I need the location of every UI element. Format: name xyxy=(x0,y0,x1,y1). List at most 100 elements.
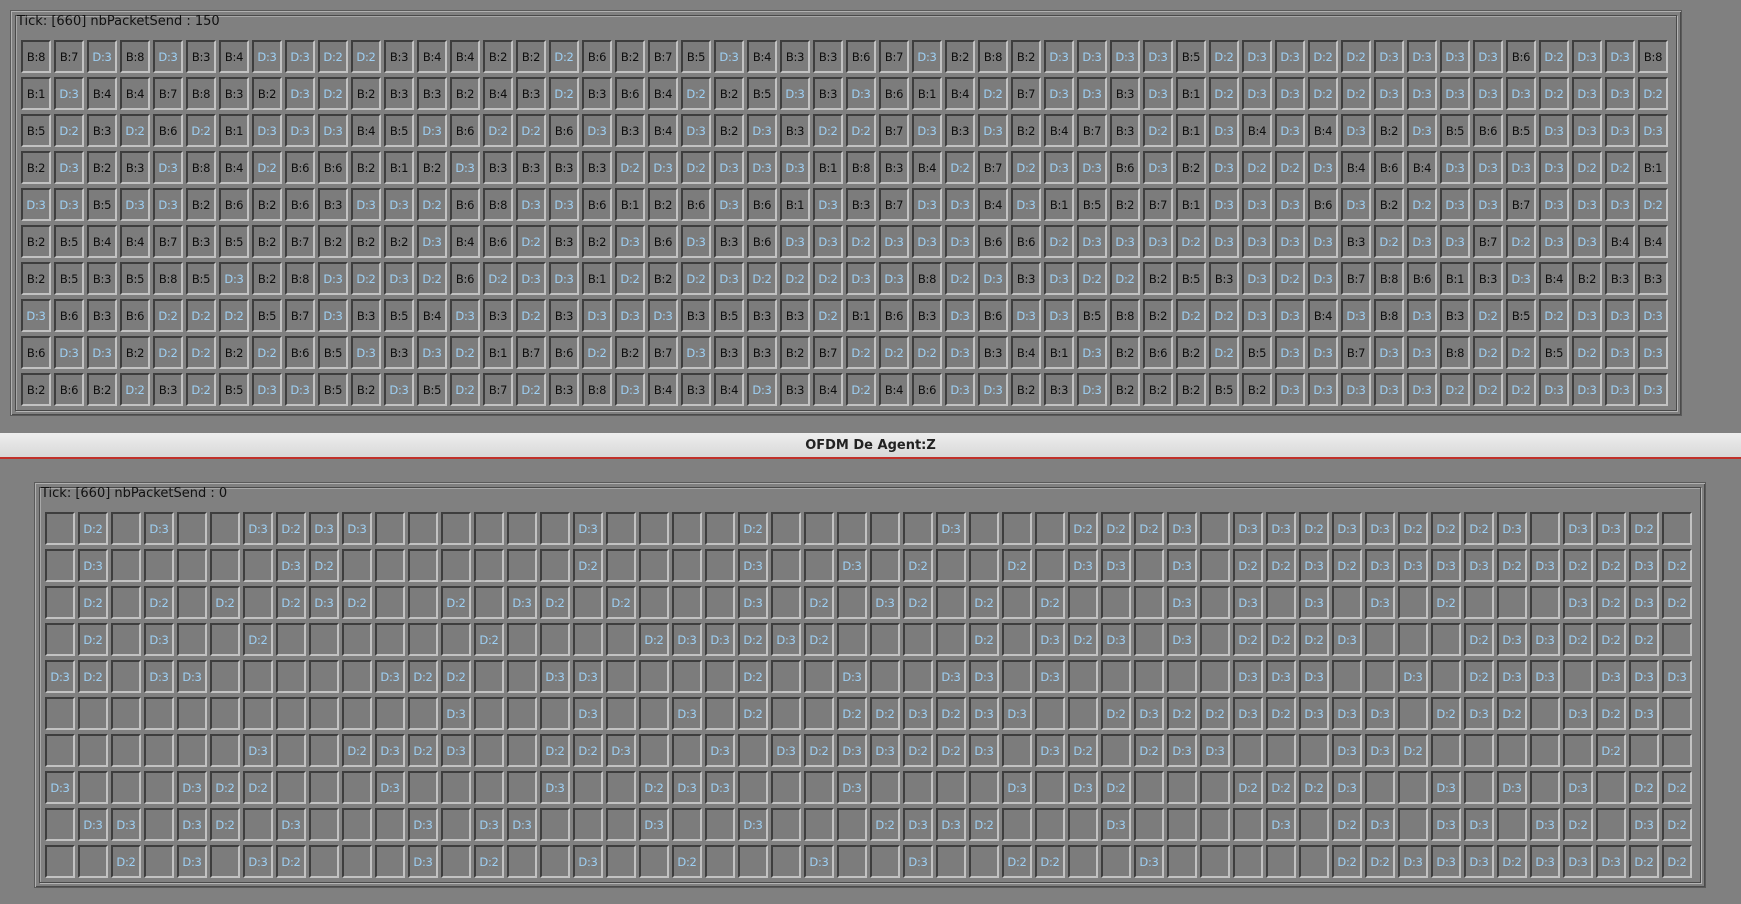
top-grid-cell: D:3 xyxy=(1572,299,1602,332)
top-grid-cell: B:3 xyxy=(1011,262,1041,295)
bottom-grid-cell: D:3 xyxy=(1134,697,1164,730)
bottom-grid-cell xyxy=(276,734,306,767)
top-grid-cell: B:2 xyxy=(1143,262,1173,295)
bottom-grid-cell xyxy=(144,771,174,804)
bottom-grid-cell: D:2 xyxy=(342,586,372,619)
top-grid-cell: D:3 xyxy=(1440,77,1470,110)
top-grid-cell: D:3 xyxy=(1638,114,1668,147)
bottom-grid-cell xyxy=(342,660,372,693)
bottom-grid-cell: D:2 xyxy=(1464,660,1494,693)
bottom-grid-cell xyxy=(705,660,735,693)
top-grid-cell: B:1 xyxy=(483,336,513,369)
bottom-grid-cell xyxy=(375,845,405,878)
bottom-grid-cell: D:3 xyxy=(540,660,570,693)
top-grid-cell: B:7 xyxy=(879,114,909,147)
bottom-grid-cell xyxy=(507,845,537,878)
top-grid-cell: D:2 xyxy=(120,114,150,147)
bottom-grid-cell xyxy=(1497,808,1527,841)
bottom-grid-cell: D:2 xyxy=(1068,734,1098,767)
bottom-grid-cell xyxy=(45,734,75,767)
bottom-grid-cell: D:2 xyxy=(1431,586,1461,619)
top-grid-cell: D:3 xyxy=(285,40,315,73)
bottom-grid-cell xyxy=(837,808,867,841)
top-grid-cell: D:2 xyxy=(1209,77,1239,110)
bottom-grid-cell xyxy=(309,660,339,693)
top-grid-cell: B:2 xyxy=(318,225,348,258)
bottom-grid-cell xyxy=(177,549,207,582)
bottom-grid-cell xyxy=(804,697,834,730)
bottom-grid-cell xyxy=(1101,734,1131,767)
top-grid-cell: B:4 xyxy=(351,114,381,147)
bottom-grid-cell xyxy=(672,660,702,693)
top-grid-cell: B:1 xyxy=(21,77,51,110)
top-grid-cell: B:3 xyxy=(483,299,513,332)
bottom-grid-cell: D:3 xyxy=(1200,734,1230,767)
bottom-grid-cell: D:2 xyxy=(1068,623,1098,656)
top-grid-cell: B:6 xyxy=(747,225,777,258)
bottom-grid-cell xyxy=(375,623,405,656)
bottom-grid-cell xyxy=(111,734,141,767)
bottom-grid-cell: D:3 xyxy=(870,586,900,619)
bottom-grid-cell: D:2 xyxy=(210,808,240,841)
bottom-grid-cell: D:3 xyxy=(1035,660,1065,693)
bottom-grid-cell xyxy=(342,697,372,730)
top-grid-cell: B:2 xyxy=(516,40,546,73)
top-grid-cell: D:2 xyxy=(1605,151,1635,184)
bottom-grid-cell: D:2 xyxy=(804,586,834,619)
top-grid-cell: D:3 xyxy=(1275,225,1305,258)
bottom-grid-cell xyxy=(342,808,372,841)
top-grid-cell: D:2 xyxy=(417,188,447,221)
bottom-grid-cell: D:2 xyxy=(903,549,933,582)
top-grid-cell: D:2 xyxy=(1539,40,1569,73)
bottom-grid-cell: D:3 xyxy=(672,623,702,656)
bottom-grid-cell xyxy=(606,512,636,545)
bottom-grid-cell xyxy=(606,697,636,730)
bottom-grid-cell: D:3 xyxy=(1101,549,1131,582)
bottom-grid-cell: D:2 xyxy=(1167,697,1197,730)
top-grid-cell: B:3 xyxy=(681,373,711,406)
bottom-grid-cell xyxy=(837,512,867,545)
top-grid-cell: D:3 xyxy=(1407,225,1437,258)
top-grid-cell: D:3 xyxy=(1077,40,1107,73)
top-grid-cell: D:3 xyxy=(1011,299,1041,332)
bottom-grid-cell xyxy=(870,512,900,545)
top-grid-cell: B:6 xyxy=(549,114,579,147)
top-grid-cell: D:2 xyxy=(681,262,711,295)
top-grid-cell: D:3 xyxy=(1143,77,1173,110)
bottom-grid-cell: D:3 xyxy=(672,697,702,730)
bottom-grid-cell xyxy=(870,845,900,878)
bottom-grid-cell: D:2 xyxy=(1035,586,1065,619)
bottom-grid-cell xyxy=(243,697,273,730)
bottom-grid-cell xyxy=(144,845,174,878)
top-grid-cell: D:3 xyxy=(879,262,909,295)
top-grid-cell: B:2 xyxy=(384,225,414,258)
bottom-grid-cell: D:2 xyxy=(1596,586,1626,619)
bottom-grid-cell xyxy=(474,586,504,619)
bottom-grid-cell xyxy=(1398,586,1428,619)
top-grid-cell: B:5 xyxy=(318,336,348,369)
top-grid-cell: B:2 xyxy=(1143,299,1173,332)
top-grid-cell: D:2 xyxy=(1011,151,1041,184)
bottom-grid-cell xyxy=(309,623,339,656)
bottom-grid-cell: D:2 xyxy=(639,771,669,804)
bottom-grid-cell xyxy=(573,771,603,804)
top-grid-cell: D:3 xyxy=(912,40,942,73)
top-grid-cell: B:2 xyxy=(21,225,51,258)
bottom-grid-cell xyxy=(1464,771,1494,804)
bottom-grid-cell: D:3 xyxy=(1299,549,1329,582)
top-grid-cell: B:2 xyxy=(1572,262,1602,295)
bottom-grid-cell: D:2 xyxy=(1101,512,1131,545)
bottom-grid-cell xyxy=(1398,623,1428,656)
bottom-grid-cell xyxy=(1200,808,1230,841)
top-grid-cell: D:2 xyxy=(120,373,150,406)
bottom-grid-cell xyxy=(837,586,867,619)
top-grid-cell: D:3 xyxy=(1143,40,1173,73)
bottom-grid-cell: D:3 xyxy=(705,734,735,767)
bottom-grid-cell xyxy=(144,734,174,767)
top-grid-cell: B:2 xyxy=(714,114,744,147)
top-grid-cell: D:3 xyxy=(1638,336,1668,369)
top-grid-cell: D:3 xyxy=(1440,151,1470,184)
bottom-grid-cell: D:2 xyxy=(1431,697,1461,730)
bottom-grid-cell: D:3 xyxy=(606,734,636,767)
bottom-grid-cell: D:2 xyxy=(1398,512,1428,545)
